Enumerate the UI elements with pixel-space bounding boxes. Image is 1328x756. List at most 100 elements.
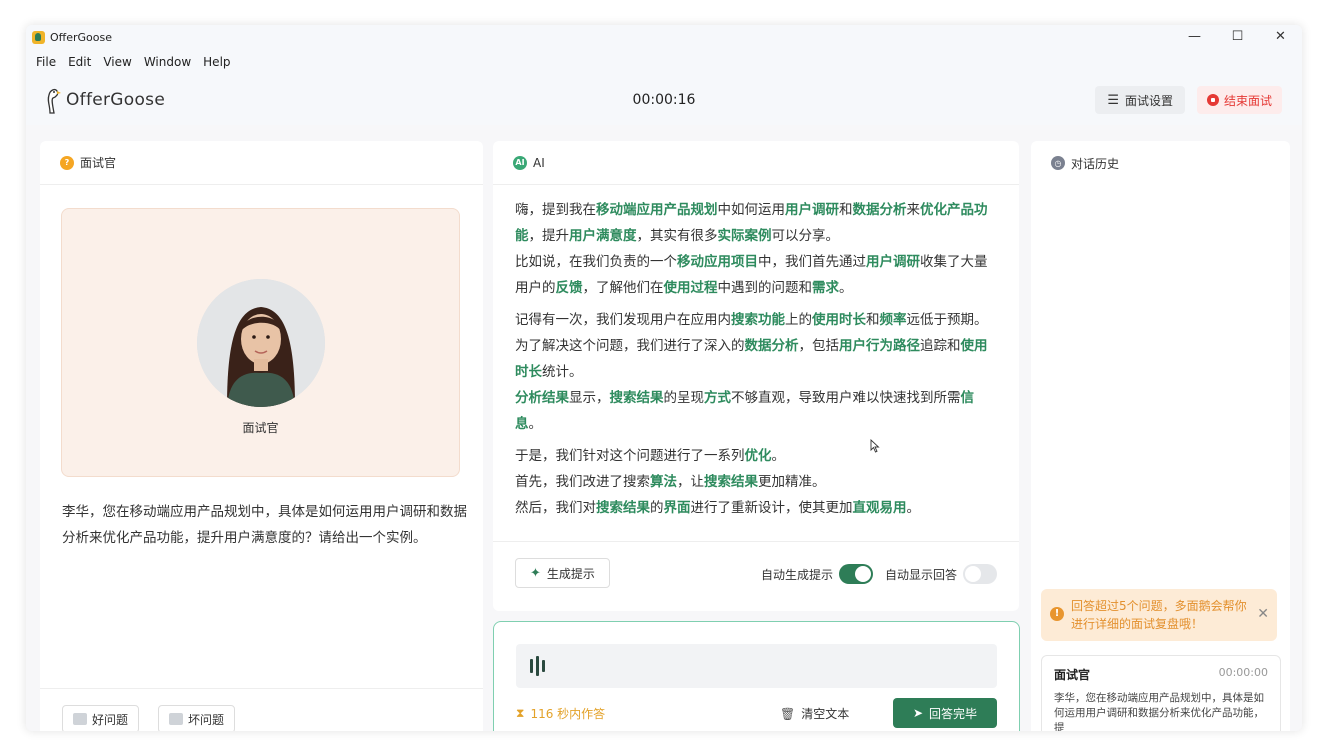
clear-text-label: 清空文本 <box>801 707 850 721</box>
auto-hint-toggle[interactable] <box>838 564 873 584</box>
ai-keyword: 数据分析 <box>744 338 799 354</box>
ai-text-segment: 更加精准。 <box>758 474 826 490</box>
ai-keyword: 移动应用项目 <box>677 254 758 270</box>
ai-keyword: 数据分析 <box>852 202 907 218</box>
ai-text-segment: 的 <box>650 500 664 516</box>
history-entry[interactable]: 面试官 00:00:00 李华，您在移动端应用产品规划中，具体是如何运用用户调研… <box>1041 655 1281 731</box>
ai-answer-text: 嗨，提到我在移动端应用产品规划中如何运用用户调研和数据分析来优化产品功能，提升用… <box>515 197 1000 543</box>
interviewer-panel: ? 面试官 面试官 李华，您在移动端应用产品规划中，具体是如何运用用户调研和数据… <box>40 141 483 731</box>
ai-text-segment: ，提升 <box>528 228 570 244</box>
good-question-button[interactable]: 好问题 <box>62 705 140 731</box>
ai-text-segment: ，让 <box>677 474 704 490</box>
history-clock-icon: ◷ <box>1051 156 1065 170</box>
ai-answer-paragraph: 为了解决这个问题，我们进行了深入的数据分析，包括用户行为路径追踪和使用时长统计。 <box>515 333 1000 385</box>
close-notice-icon[interactable]: ✕ <box>1257 605 1269 623</box>
ai-text-segment: 远低于预期。 <box>906 312 988 328</box>
question-feedback-bar: 好问题 坏问题 <box>40 688 483 731</box>
menu-edit[interactable]: Edit <box>62 55 97 69</box>
interviewer-panel-title: 面试官 <box>80 156 117 170</box>
interviewer-question: 李华，您在移动端应用产品规划中，具体是如何运用用户调研和数据分析来优化产品功能，… <box>62 504 467 546</box>
ai-icon: AI <box>513 155 527 170</box>
avatar <box>197 279 325 407</box>
settings-label: 面试设置 <box>1124 93 1173 108</box>
clear-text-button[interactable]: 🗑 清空文本 <box>780 705 849 722</box>
bad-question-button[interactable]: 坏问题 <box>158 705 236 731</box>
hourglass-icon: ⧗ <box>516 706 525 720</box>
auto-answer-toggle[interactable] <box>963 564 997 584</box>
ai-panel-header: AI AI <box>493 141 1019 185</box>
ai-text-segment: 。 <box>528 416 543 432</box>
ai-text-segment: 中如何运用 <box>717 202 786 218</box>
ai-text-segment: 为了解决这个问题，我们进行了深入的 <box>515 338 745 354</box>
history-panel: ◷ 对话历史 ! 回答超过5个问题，多面鹅会帮你进行详细的面试复盘哦！ ✕ 面试… <box>1031 141 1290 731</box>
stop-icon <box>1206 94 1219 106</box>
good-question-label: 好问题 <box>92 712 129 727</box>
menu-file[interactable]: File <box>30 55 62 69</box>
ai-keyword: 优化 <box>744 448 772 464</box>
ai-text-segment: 追踪和 <box>920 338 961 354</box>
ai-keyword: 用户满意度 <box>569 228 637 244</box>
ai-keyword: 用户调研 <box>866 254 920 270</box>
ai-text-segment: 和 <box>839 202 853 218</box>
app-header: OfferGoose 00:00:16 ☰ 面试设置 结束面试 <box>26 75 1302 125</box>
ai-keyword: 方式 <box>704 390 731 406</box>
countdown-text: 116 秒内作答 <box>530 707 606 721</box>
ai-text-segment: 显示， <box>569 390 610 406</box>
ai-panel: AI AI 嗨，提到我在移动端应用产品规划中如何运用用户调研和数据分析来优化产品… <box>493 141 1019 611</box>
answer-input[interactable] <box>516 644 997 688</box>
ai-text-segment: 可以分享。 <box>771 228 840 244</box>
interview-settings-button[interactable]: ☰ 面试设置 <box>1095 86 1185 114</box>
ai-keyword: 搜索功能 <box>731 312 785 328</box>
thumbs-up-icon <box>73 713 87 725</box>
ai-text-segment: 。 <box>906 500 921 516</box>
ai-text-segment: 然后，我们对 <box>515 500 596 516</box>
end-interview-button[interactable]: 结束面试 <box>1196 86 1282 114</box>
trash-icon: 🗑 <box>780 706 796 721</box>
ai-keyword: 算法 <box>650 474 677 490</box>
submit-answer-button[interactable]: ➤ 回答完毕 <box>893 698 997 728</box>
generate-hint-button[interactable]: ✦ 生成提示 <box>515 558 610 588</box>
ai-keyword: 需求 <box>812 280 839 296</box>
menu-view[interactable]: View <box>97 55 137 69</box>
avatar-name: 面试官 <box>242 421 279 435</box>
generate-hint-label: 生成提示 <box>546 566 595 581</box>
ai-answer-paragraph: 记得有一次，我们发现用户在应用内搜索功能上的使用时长和频率远低于预期。 <box>515 307 1000 333</box>
menu-help[interactable]: Help <box>197 55 236 69</box>
history-entry-role: 面试官 <box>1054 668 1091 682</box>
review-notice: ! 回答超过5个问题，多面鹅会帮你进行详细的面试复盘哦！ ✕ <box>1041 589 1277 641</box>
notice-text: 回答超过5个问题，多面鹅会帮你进行详细的面试复盘哦！ <box>1071 599 1247 631</box>
warning-icon: ! <box>1050 607 1064 621</box>
ai-keyword: 搜索结果 <box>609 390 664 406</box>
interviewer-card: 面试官 <box>61 208 460 477</box>
maximize-button[interactable]: ☐ <box>1216 25 1259 49</box>
ai-text-segment: 首先，我们改进了搜索 <box>515 474 650 490</box>
history-panel-header: ◷ 对话历史 <box>1031 141 1290 185</box>
ai-keyword: 搜索结果 <box>704 474 758 490</box>
ai-text-segment: 中，我们首先通过 <box>758 254 866 270</box>
menu-window[interactable]: Window <box>138 55 197 69</box>
ai-text-segment: 中遇到的问题和 <box>717 280 813 296</box>
ai-text-segment: 记得有一次，我们发现用户在应用内 <box>515 312 731 328</box>
ai-answer-paragraph: 比如说，在我们负责的一个移动应用项目中，我们首先通过用户调研收集了大量用户的反馈… <box>515 249 1000 301</box>
interviewer-panel-header: ? 面试官 <box>40 141 483 185</box>
sparkle-icon: ✦ <box>530 565 541 581</box>
ai-text-segment: 比如说，在我们负责的一个 <box>515 254 677 270</box>
app-window: OfferGoose — ☐ ✕ File Edit View Window H… <box>26 25 1302 731</box>
close-button[interactable]: ✕ <box>1259 25 1302 49</box>
window-controls: — ☐ ✕ <box>1173 25 1302 49</box>
ai-keyword: 搜索结果 <box>596 500 650 516</box>
ai-keyword: 移动端应用产品规划 <box>596 202 718 218</box>
ai-text-segment: ，其实有很多 <box>636 228 718 244</box>
sliders-icon: ☰ <box>1107 92 1119 108</box>
ai-text-segment: 。 <box>771 448 786 464</box>
ai-text-segment: 统计。 <box>542 364 583 380</box>
end-label: 结束面试 <box>1223 93 1272 108</box>
ai-keyword: 分析结果 <box>515 390 569 406</box>
answer-countdown: ⧗ 116 秒内作答 <box>516 705 605 722</box>
ai-text-segment: 进行了重新设计，使其更加 <box>690 500 853 516</box>
ai-text-segment: 于是，我们针对这个问题进行了一系列 <box>515 448 745 464</box>
minimize-button[interactable]: — <box>1173 25 1216 49</box>
auto-hint-label: 自动生成提示 <box>760 567 833 582</box>
bad-question-label: 坏问题 <box>188 712 225 727</box>
ai-text-segment: 和 <box>866 312 880 328</box>
